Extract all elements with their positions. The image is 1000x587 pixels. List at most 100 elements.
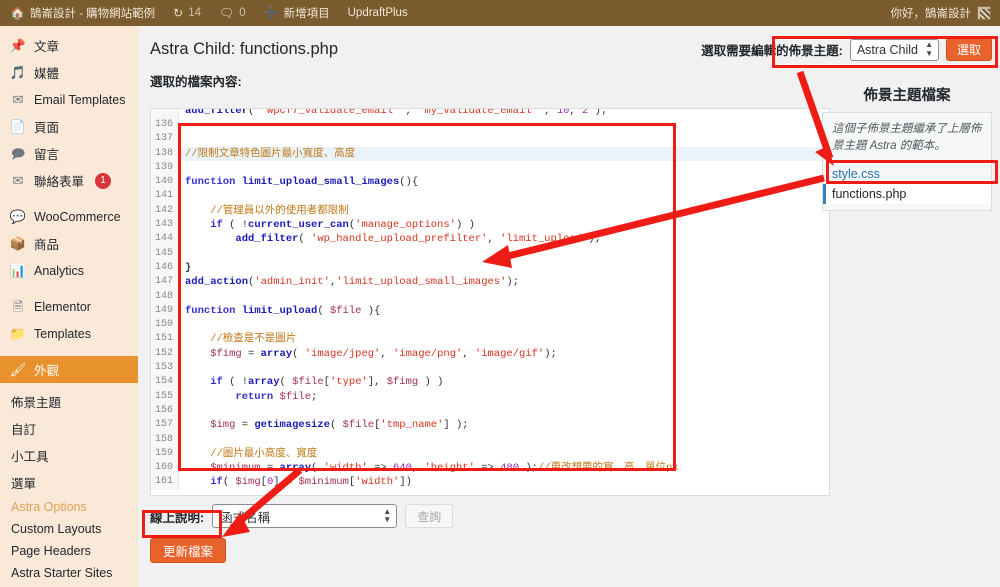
theme-files-title: 佈景主題檔案 bbox=[863, 88, 951, 104]
sidebar-item-comments[interactable]: 🗩 留言 bbox=[0, 140, 138, 167]
line-number: 136 bbox=[151, 118, 179, 133]
sidebar-item-appearance[interactable]: 🖌 外觀 bbox=[0, 356, 138, 383]
line-number: 141 bbox=[151, 189, 179, 204]
code-text: if ( !array( $file['type'], $fimg ) ) bbox=[185, 376, 444, 389]
code-text: if ( !current_user_can('manage_options')… bbox=[185, 219, 475, 232]
sidebar-subitem-themes[interactable]: 佈景主題 bbox=[0, 388, 138, 415]
sidebar-subitem-astra-options[interactable]: Astra Options bbox=[0, 496, 138, 518]
code-line: 155 return $file; bbox=[151, 389, 829, 404]
brush-icon: 🖌 bbox=[9, 362, 27, 377]
submit-wrapper: 更新檔案 bbox=[150, 538, 227, 563]
sidebar-subitem-widgets[interactable]: 小工具 bbox=[0, 442, 138, 469]
elementor-icon: 🗎 bbox=[12, 299, 24, 314]
code-text: return $file; bbox=[185, 390, 318, 403]
theme-files-box: 這個子佈景主題繼承了上層佈景主題 Astra 的範本。 style.css fu… bbox=[822, 112, 992, 212]
sidebar-item-label: Email Templates bbox=[34, 92, 126, 107]
sidebar-submenu-appearance: 佈景主題 自訂 小工具 選單 Astra Options Custom Layo… bbox=[0, 383, 138, 587]
sidebar-item-email-templates[interactable]: ✉ Email Templates bbox=[0, 86, 138, 113]
sidebar-item-templates[interactable]: 📁 Templates bbox=[0, 320, 138, 347]
code-text: $minimum = array( 'width' => 640, 'heigh… bbox=[185, 462, 679, 475]
code-line: 156 bbox=[151, 403, 829, 419]
adminbar-site-name: 鵠崙設計 - 購物網站範例 bbox=[29, 8, 156, 20]
code-line: 145 bbox=[151, 246, 829, 261]
code-text: function limit_upload( $file ){ bbox=[185, 304, 381, 317]
code-line: 150 bbox=[151, 318, 829, 333]
comments-icon: 🗨 bbox=[219, 6, 235, 20]
documentation-select[interactable]: 函式名稱 ▲ ▼ bbox=[212, 504, 398, 528]
pin-icon: 📌 bbox=[9, 38, 27, 53]
sidebar-item-contact-forms[interactable]: ✉ 聯絡表單 1 bbox=[0, 167, 138, 194]
avatar bbox=[977, 6, 991, 20]
line-number: 161 bbox=[151, 475, 179, 490]
sidebar-item-pages[interactable]: 📄 頁面 bbox=[0, 113, 138, 140]
admin-sidebar: 📌 文章 🎵 媒體 ✉ Email Templates 📄 頁面 🗩 留言 ✉ … bbox=[0, 26, 138, 587]
select-theme-button[interactable]: 選取 bbox=[945, 38, 992, 61]
line-number: 138 bbox=[151, 146, 179, 161]
theme-file-functions-php[interactable]: functions.php bbox=[823, 184, 991, 205]
sidebar-item-posts[interactable]: 📌 文章 bbox=[0, 32, 138, 59]
comment-icon: 🗩 bbox=[10, 146, 26, 161]
sidebar-subitem-custom-layouts[interactable]: Custom Layouts bbox=[0, 518, 138, 540]
line-number: 158 bbox=[151, 432, 179, 447]
sidebar-item-analytics[interactable]: 📊 Analytics bbox=[0, 257, 138, 284]
line-number: 146 bbox=[151, 260, 179, 276]
theme-file-style-css[interactable]: style.css bbox=[823, 164, 991, 184]
sidebar-item-elementor[interactable]: 🗎 Elementor bbox=[0, 293, 138, 320]
line-number: 145 bbox=[151, 246, 179, 261]
sidebar-subitem-customize[interactable]: 自訂 bbox=[0, 415, 138, 442]
code-line: 143 if ( !current_user_can('manage_optio… bbox=[151, 218, 829, 233]
theme-select-value: Astra Child bbox=[856, 42, 918, 57]
sidebar-subitem-astra-starter-sites[interactable]: Astra Starter Sites bbox=[0, 562, 138, 584]
sidebar-subitem-menus[interactable]: 選單 bbox=[0, 469, 138, 496]
code-line: 139 bbox=[151, 160, 829, 176]
sidebar-item-products[interactable]: 📦 商品 bbox=[0, 230, 138, 257]
code-line: 137 bbox=[151, 132, 829, 147]
code-text: } bbox=[185, 261, 192, 274]
sidebar-divider bbox=[0, 284, 138, 293]
wp-admin-screen: 🏠 鵠崙設計 - 購物網站範例 ↻ 14 🗨 0 ➕ 新增項目 UpdraftP… bbox=[0, 0, 1000, 587]
home-icon: 🏠 bbox=[10, 6, 25, 20]
code-text: function limit_upload_small_images(){ bbox=[185, 176, 419, 189]
documentation-select-value: 函式名稱 bbox=[220, 510, 271, 525]
code-text: //管理員以外的使用者都限制 bbox=[185, 204, 349, 217]
adminbar-comments[interactable]: 🗨 0 bbox=[210, 0, 255, 26]
code-line: 161 if( $img[0] < $minimum['width']) bbox=[151, 475, 829, 490]
documentation-label: 線上說明: bbox=[150, 510, 205, 525]
status-badge: 1 bbox=[95, 172, 112, 189]
child-theme-note: 這個子佈景主題繼承了上層佈景主題 Astra 的範本。 bbox=[832, 123, 982, 152]
updates-icon: ↻ bbox=[173, 6, 184, 20]
theme-select[interactable]: Astra Child ▲ ▼ bbox=[849, 38, 939, 61]
line-number: 142 bbox=[151, 203, 179, 219]
sidebar-divider bbox=[0, 347, 138, 356]
adminbar-updates[interactable]: ↻ 14 bbox=[164, 0, 210, 26]
code-text: //圖片最小高度、寬度 bbox=[185, 447, 318, 460]
plus-icon: ➕ bbox=[263, 6, 279, 20]
theme-selector-label: 選取需要編輯的佈景主題: bbox=[701, 44, 843, 58]
code-editor[interactable]: add_filter( 'wpcf7_validate_email*', 'my… bbox=[150, 108, 830, 496]
code-line: 148 bbox=[151, 289, 829, 304]
line-number: 148 bbox=[151, 289, 179, 304]
line-number: 139 bbox=[151, 160, 179, 176]
sidebar-subitem-page-headers[interactable]: Page Headers bbox=[0, 540, 138, 562]
adminbar-site-link[interactable]: 🏠 鵠崙設計 - 購物網站範例 bbox=[0, 0, 164, 26]
sidebar-item-woocommerce[interactable]: 💬 WooCommerce bbox=[0, 203, 138, 230]
chart-icon: 📊 bbox=[9, 263, 27, 278]
code-line: 152 $fimg = array( 'image/jpeg', 'image/… bbox=[151, 346, 829, 362]
code-line: 149 function limit_upload( $file ){ bbox=[151, 303, 829, 319]
line-number: 137 bbox=[151, 132, 179, 147]
documentation-lookup-button[interactable]: 查詢 bbox=[405, 504, 454, 528]
line-number: 144 bbox=[151, 232, 179, 247]
update-file-button[interactable]: 更新檔案 bbox=[150, 538, 227, 563]
code-line: 158 bbox=[151, 432, 829, 447]
sidebar-item-media[interactable]: 🎵 媒體 bbox=[0, 59, 138, 86]
line-number: 147 bbox=[151, 275, 179, 290]
adminbar-new-content[interactable]: ➕ 新增項目 bbox=[255, 0, 339, 26]
code-line: 136 bbox=[151, 118, 829, 133]
adminbar-my-account[interactable]: 你好，鵠崙設計 bbox=[891, 5, 1000, 21]
sidebar-item-label: 留言 bbox=[34, 148, 60, 162]
page-icon: 📄 bbox=[9, 119, 27, 134]
adminbar-updraftplus[interactable]: UpdraftPlus bbox=[339, 0, 417, 26]
documentation-row: 線上說明: 函式名稱 ▲ ▼ 查詢 bbox=[150, 504, 454, 528]
theme-selector-row: 選取需要編輯的佈景主題: Astra Child ▲ ▼ 選取 bbox=[701, 38, 992, 61]
sidebar-item-label: 文章 bbox=[34, 40, 60, 54]
